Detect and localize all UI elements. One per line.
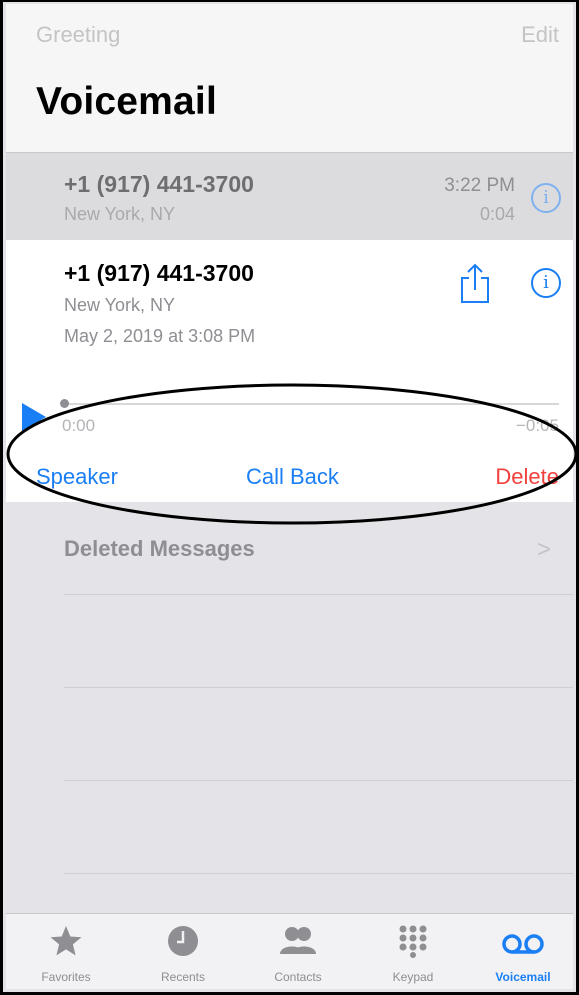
clock-icon	[168, 926, 198, 956]
chevron-right-icon: >	[536, 536, 551, 563]
tab-favorites[interactable]: Favorites	[11, 914, 121, 989]
delete-button[interactable]: Delete	[495, 464, 559, 490]
tab-label: Recents	[160, 970, 206, 984]
screenshot-frame: Greeting Edit Voicemail +1 (917) 441-370…	[0, 0, 579, 995]
play-icon[interactable]	[22, 403, 46, 431]
expanded-voicemail: +1 (917) 441-3700 New York, NY May 2, 20…	[6, 240, 573, 502]
voicemail-date: May 2, 2019 at 3:08 PM	[64, 326, 256, 346]
divider	[64, 780, 573, 781]
divider	[64, 873, 573, 874]
deleted-messages-label: Deleted Messages	[64, 536, 255, 561]
keypad-icon	[399, 925, 427, 958]
divider	[64, 594, 573, 595]
contacts-icon	[280, 927, 316, 954]
share-icon[interactable]	[458, 262, 492, 304]
caller-number: +1 (917) 441-3700	[64, 260, 254, 286]
star-icon	[50, 926, 82, 956]
tab-label: Voicemail	[495, 970, 551, 984]
voicemail-row[interactable]: +1 (917) 441-3700 New York, NY 3:22 PM 0…	[6, 152, 573, 241]
speaker-button[interactable]: Speaker	[36, 464, 118, 490]
tab-recents[interactable]: Recents	[128, 914, 238, 989]
voicemail-icon	[502, 934, 544, 954]
phone-screen: Greeting Edit Voicemail +1 (917) 441-370…	[6, 4, 573, 989]
call-back-button[interactable]: Call Back	[246, 464, 339, 490]
page-title: Voicemail	[36, 80, 217, 123]
caller-number: +1 (917) 441-3700	[64, 171, 254, 197]
info-icon[interactable]: i	[531, 268, 561, 298]
tab-label: Keypad	[392, 970, 434, 984]
info-icon[interactable]: i	[531, 183, 561, 213]
caller-location: New York, NY	[64, 204, 176, 224]
tab-keypad[interactable]: Keypad	[358, 914, 468, 989]
navigation-bar: Greeting Edit Voicemail	[6, 4, 573, 152]
scrubber-handle[interactable]	[60, 399, 69, 408]
tab-voicemail[interactable]: Voicemail	[468, 914, 573, 989]
caller-location: New York, NY	[64, 295, 176, 315]
tab-label: Contacts	[274, 970, 322, 984]
tab-bar: Favorites Recents Contacts Keypad Voicem…	[6, 913, 573, 989]
greeting-button[interactable]: Greeting	[36, 22, 120, 48]
divider	[64, 687, 573, 688]
deleted-messages-row[interactable]: Deleted Messages >	[6, 502, 573, 594]
edit-button[interactable]: Edit	[521, 22, 559, 48]
voicemail-time: 3:22 PM	[444, 175, 515, 196]
remaining-time: −0:05	[515, 416, 559, 435]
voicemail-duration: 0:04	[479, 204, 515, 224]
elapsed-time: 0:00	[62, 416, 96, 435]
tab-label: Favorites	[41, 970, 91, 984]
playback-scrubber[interactable]	[63, 403, 559, 405]
tab-contacts[interactable]: Contacts	[243, 914, 353, 989]
